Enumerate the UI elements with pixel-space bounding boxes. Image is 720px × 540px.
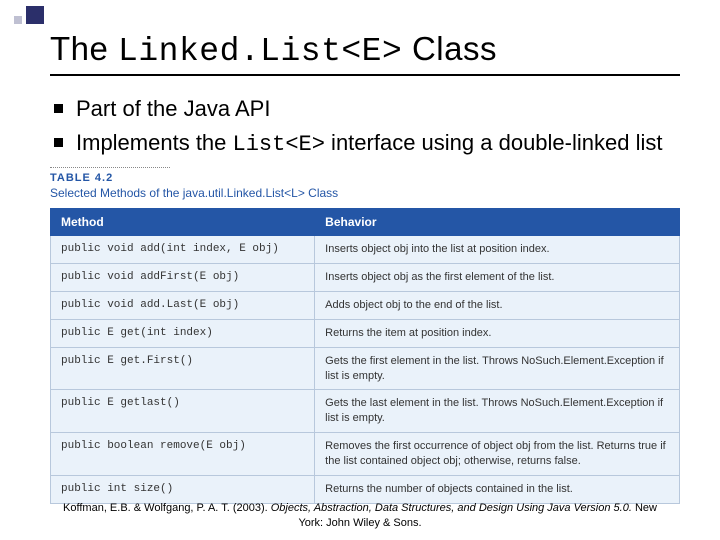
cell-behavior: Adds object obj to the end of the list. [315,292,680,320]
cell-behavior: Inserts object obj as the first element … [315,264,680,292]
corner-decoration [14,6,44,24]
table-row: public E get(int index)Returns the item … [51,319,680,347]
cell-method: public E get.First() [51,347,315,390]
table-row: public boolean remove(E obj)Removes the … [51,433,680,476]
table-wrapper: TABLE 4.2 Selected Methods of the java.u… [50,172,680,503]
table-caption: Selected Methods of the java.util.Linked… [50,186,680,200]
table-row: public E getlast()Gets the last element … [51,390,680,433]
title-pre: The [50,30,118,67]
cell-method: public void add(int index, E obj) [51,236,315,264]
table-row: public void add.Last(E obj)Adds object o… [51,292,680,320]
cell-method: public E getlast() [51,390,315,433]
col-behavior: Behavior [315,209,680,236]
table-row: public int size()Returns the number of o… [51,475,680,503]
cell-behavior: Returns the number of objects contained … [315,475,680,503]
deco-square-large [26,6,44,24]
slide-title: The Linked.List<E> Class [50,30,680,76]
bullet-item: Implements the List<E> interface using a… [54,128,680,160]
cell-method: public E get(int index) [51,319,315,347]
cell-behavior: Gets the last element in the list. Throw… [315,390,680,433]
cell-behavior: Returns the item at position index. [315,319,680,347]
bullet-pre: Implements the [76,130,233,155]
cell-behavior: Removes the first occurrence of object o… [315,433,680,476]
cell-method: public void add.Last(E obj) [51,292,315,320]
table-label: TABLE 4.2 [50,172,680,184]
bullet-pre: Part of the Java API [76,96,270,121]
bullet-code: List<E> [233,132,325,157]
bullet-list: Part of the Java API Implements the List… [54,94,680,159]
citation: Koffman, E.B. & Wolfgang, P. A. T. (2003… [0,501,720,530]
cell-method: public boolean remove(E obj) [51,433,315,476]
table-row: public void add(int index, E obj)Inserts… [51,236,680,264]
bullet-item: Part of the Java API [54,94,680,126]
dotted-divider [50,167,170,168]
cell-behavior: Gets the first element in the list. Thro… [315,347,680,390]
citation-pre: Koffman, E.B. & Wolfgang, P. A. T. (2003… [63,502,271,514]
cell-behavior: Inserts object obj into the list at posi… [315,236,680,264]
col-method: Method [51,209,315,236]
table-row: public void addFirst(E obj)Inserts objec… [51,264,680,292]
title-post: Class [402,30,497,67]
citation-title: Objects, Abstraction, Data Structures, a… [271,502,632,514]
bullet-post: interface using a double-linked list [325,130,663,155]
slide-content: The Linked.List<E> Class Part of the Jav… [0,0,720,159]
title-code: Linked.List<E> [118,33,402,70]
table-row: public E get.First()Gets the first eleme… [51,347,680,390]
cell-method: public void addFirst(E obj) [51,264,315,292]
cell-method: public int size() [51,475,315,503]
deco-square-small [14,16,22,24]
methods-table: Method Behavior public void add(int inde… [50,208,680,503]
